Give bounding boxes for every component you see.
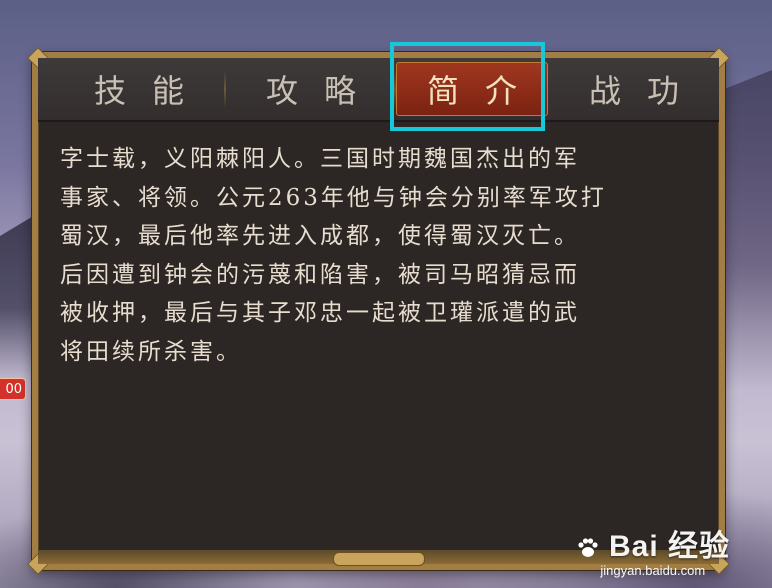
tab-intro[interactable]: 简介 <box>396 62 548 116</box>
intro-line: 字士载，义阳棘阳人。三国时期魏国杰出的军 <box>60 146 580 172</box>
baidu-jingyan-watermark: Bai 经验 jingyan.baidu.com <box>576 521 730 578</box>
tab-strategy[interactable]: 攻略 <box>226 58 396 120</box>
intro-line: 蜀汉，最后他率先进入成都，使得蜀汉灭亡。 <box>60 223 580 249</box>
watermark-url: jingyan.baidu.com <box>600 563 706 578</box>
intro-text: 字士载，义阳棘阳人。三国时期魏国杰出的军 事家、将领。公元263年他与钟会分别率… <box>60 140 710 371</box>
intro-line: 被收押，最后与其子邓忠一起被卫瓘派遣的武 <box>60 300 580 326</box>
tab-skills[interactable]: 技能 <box>54 58 224 120</box>
tab-merit[interactable]: 战功 <box>554 58 714 120</box>
intro-line: 事家、将领。公元263年他与钟会分别率军攻打 <box>60 184 607 211</box>
watermark-logo: Bai 经验 <box>576 521 730 565</box>
intro-line: 将田续所杀害。 <box>60 338 242 365</box>
tab-bar: 技能 攻略 简介 战功 <box>38 58 719 122</box>
watermark-logo-text: Bai 经验 <box>608 530 730 563</box>
bottom-ornament <box>332 552 425 566</box>
paw-icon <box>578 538 598 558</box>
intro-line: 后因遭到钟会的污蔑和陷害，被司马昭猜忌而 <box>60 261 580 288</box>
side-badge[interactable]: 00 <box>0 378 26 400</box>
